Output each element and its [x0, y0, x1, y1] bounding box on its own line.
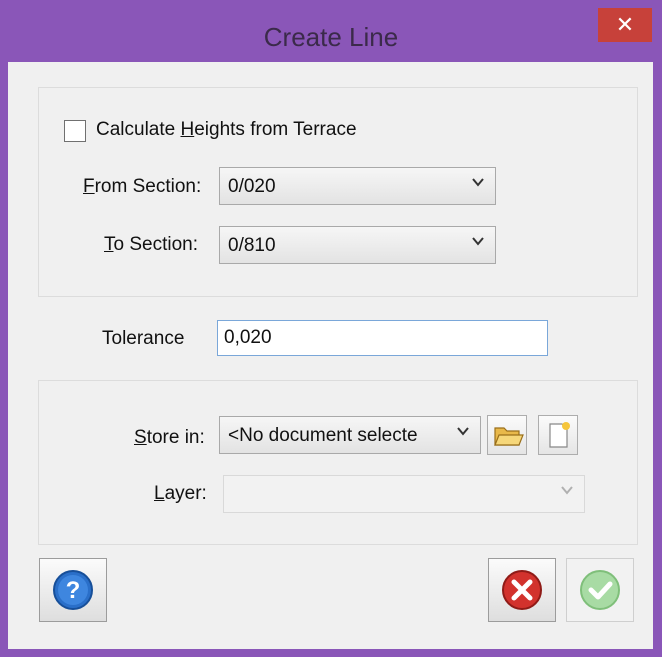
dialog-title: Create Line — [263, 22, 399, 52]
storage-group — [38, 380, 638, 545]
close-button[interactable]: ✕ — [598, 8, 652, 42]
tolerance-field[interactable] — [224, 327, 524, 349]
new-document-button[interactable] — [538, 415, 578, 455]
chevron-down-icon — [456, 424, 470, 443]
store-in-label: Store in: — [134, 427, 205, 448]
svg-text:?: ? — [66, 577, 81, 604]
dialog-body: Calculate Heights from Terrace From Sect… — [8, 62, 653, 649]
cancel-icon — [489, 570, 555, 625]
chevron-down-icon — [560, 483, 574, 502]
from-section-value: 0/020 — [228, 176, 276, 197]
store-in-dropdown[interactable]: <No document selecte — [219, 416, 481, 454]
layer-label: Layer: — [154, 483, 207, 504]
to-section-label: To Section: — [104, 234, 198, 255]
from-section-dropdown[interactable]: 0/020 — [219, 167, 496, 205]
calculate-heights-checkbox[interactable] — [64, 120, 86, 142]
tolerance-input[interactable] — [217, 320, 548, 356]
open-folder-button[interactable] — [487, 415, 527, 455]
help-icon: ? — [40, 570, 106, 625]
to-section-value: 0/810 — [228, 235, 276, 256]
calculate-heights-label: Calculate Heights from Terrace — [96, 119, 357, 140]
checkmark-icon — [567, 570, 633, 625]
new-document-icon — [539, 422, 577, 458]
close-icon: ✕ — [615, 12, 635, 37]
layer-dropdown[interactable] — [223, 475, 585, 513]
from-section-label: From Section: — [83, 176, 202, 197]
tolerance-label: Tolerance — [102, 328, 185, 349]
store-in-value: <No document selecte — [228, 425, 418, 446]
create-line-dialog: Create Line ✕ Calculate Heights from Ter… — [0, 0, 662, 657]
cancel-button[interactable] — [488, 558, 556, 622]
chevron-down-icon — [471, 234, 485, 253]
help-button[interactable]: ? — [39, 558, 107, 622]
folder-open-icon — [488, 427, 526, 458]
chevron-down-icon — [471, 175, 485, 194]
ok-button[interactable] — [566, 558, 634, 622]
to-section-dropdown[interactable]: 0/810 — [219, 226, 496, 264]
